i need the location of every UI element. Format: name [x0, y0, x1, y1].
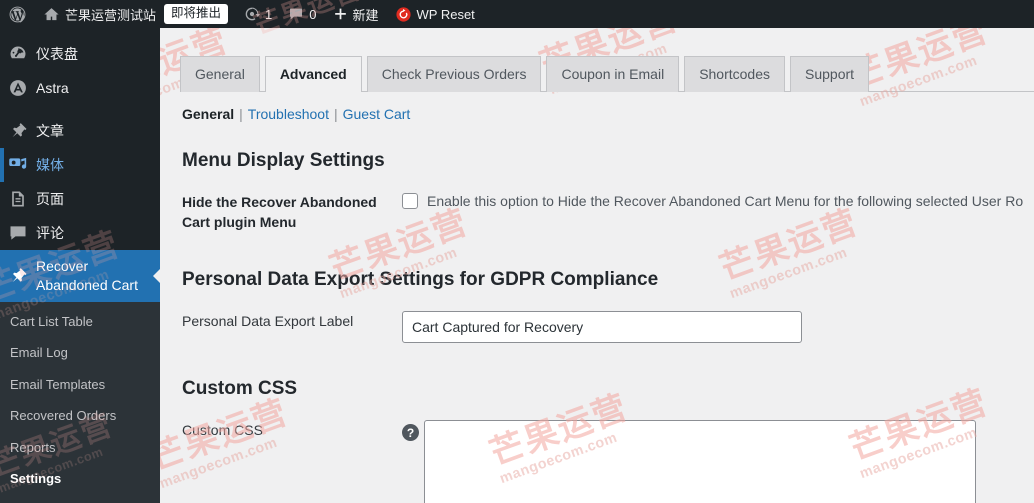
comments-icon [290, 8, 303, 20]
dashboard-icon [0, 44, 36, 64]
new-content-label: 新建 [352, 7, 379, 23]
comments-button[interactable]: 0 [280, 0, 324, 28]
tab-shortcodes[interactable]: Shortcodes [684, 55, 786, 92]
wp-reset-button[interactable]: WP Reset [387, 0, 483, 28]
custom-css-heading: Custom CSS [182, 377, 298, 399]
personal-data-export-input[interactable] [402, 310, 802, 343]
astra-icon [0, 78, 36, 98]
subnav-item-guest-cart[interactable]: Guest Cart [343, 106, 411, 122]
sidebar-item-astra[interactable]: Astra [0, 71, 160, 105]
submenu-item-email-log[interactable]: Email Log [0, 337, 160, 369]
sub-navigation: General | Troubleshoot | Guest Cart [182, 106, 1034, 122]
hide-menu-row: Hide the Recover Abandoned Cart plugin M… [180, 192, 1034, 233]
sidebar-item-posts[interactable]: 文章 [0, 114, 160, 148]
wp-reset-icon [395, 6, 411, 22]
sidebar-item-comments[interactable]: 评论 [0, 216, 160, 250]
updates-button[interactable]: 1 [236, 0, 280, 28]
admin-sidebar: 仪表盘 Astra 文章 媒体 页面 评论 Recover Abandoned … [0, 28, 161, 503]
updates-count: 1 [265, 6, 273, 22]
sidebar-item-label: 页面 [36, 190, 64, 207]
sidebar-item-media[interactable]: 媒体 [0, 148, 160, 182]
comment-bubble-icon [0, 223, 36, 243]
sidebar-item-label: 仪表盘 [36, 45, 78, 62]
submenu-item-reports[interactable]: Reports [0, 432, 160, 464]
wordpress-logo-icon [9, 6, 26, 23]
tab-support[interactable]: Support [790, 55, 870, 92]
gdpr-settings-heading: Personal Data Export Settings for GDPR C… [182, 269, 659, 291]
sidebar-item-pages[interactable]: 页面 [0, 182, 160, 216]
sidebar-item-label: 文章 [36, 122, 64, 139]
personal-data-export-label: Personal Data Export Label [182, 312, 354, 329]
help-question-icon[interactable]: ? [402, 424, 419, 442]
custom-css-label: Custom CSS [182, 421, 263, 438]
new-content-button[interactable]: 新建 [325, 0, 387, 28]
updates-icon [245, 7, 261, 21]
tab-advanced[interactable]: Advanced [264, 55, 362, 92]
subnav-item-general[interactable]: General [182, 106, 234, 122]
menu-display-settings-heading: Menu Display Settings [182, 150, 385, 171]
tab-check-previous-orders[interactable]: Check Previous Orders [366, 55, 542, 92]
site-name-button[interactable]: 芒果运营测试站 [35, 0, 164, 28]
coming-soon-badge[interactable]: 即将推出 [164, 4, 229, 24]
pin-icon [0, 266, 36, 286]
sidebar-item-label: 评论 [36, 224, 64, 241]
hide-menu-label: Hide the Recover Abandoned Cart plugin M… [182, 193, 377, 230]
custom-css-row: Custom CSS ? [180, 419, 1034, 503]
pages-icon [0, 189, 36, 209]
submenu-item-settings[interactable]: Settings [0, 463, 160, 495]
pin-icon [0, 121, 36, 141]
tab-general[interactable]: General [180, 55, 260, 92]
wordpress-logo-button[interactable] [0, 0, 35, 28]
sidebar-item-dashboard[interactable]: 仪表盘 [0, 37, 160, 71]
subnav-separator: | [333, 106, 338, 122]
settings-tab-bar: General Advanced Check Previous Orders C… [180, 55, 1034, 92]
site-name-label: 芒果运营测试站 [65, 7, 157, 23]
sidebar-item-label: 媒体 [36, 156, 64, 173]
sidebar-item-label: Recover Abandoned Cart [36, 258, 138, 293]
sidebar-item-label: Astra [36, 79, 69, 96]
content-area: General Advanced Check Previous Orders C… [160, 28, 1034, 503]
menu-spacer-top [0, 28, 160, 37]
custom-css-textarea[interactable] [424, 419, 976, 503]
tab-coupon-in-email[interactable]: Coupon in Email [546, 55, 680, 92]
media-icon [0, 155, 36, 175]
home-icon [44, 7, 59, 20]
subnav-item-troubleshoot[interactable]: Troubleshoot [248, 106, 329, 122]
menu-spacer-1 [0, 105, 160, 114]
admin-bar: 芒果运营测试站 即将推出 1 0 新建 WP Reset [0, 0, 1034, 28]
sidebar-submenu: Cart List Table Email Log Email Template… [0, 301, 160, 503]
sidebar-item-recover-abandoned-cart[interactable]: Recover Abandoned Cart [0, 250, 161, 302]
submenu-item-cart-list-table[interactable]: Cart List Table [0, 306, 160, 338]
subnav-separator: | [239, 106, 243, 122]
coming-soon-badge-wrap[interactable]: 即将推出 [164, 0, 236, 28]
plus-icon [334, 8, 346, 19]
personal-data-export-row: Personal Data Export Label [180, 310, 1034, 343]
wp-reset-label: WP Reset [416, 6, 475, 22]
hide-menu-checkbox-label: Enable this option to Hide the Recover A… [427, 192, 1024, 209]
hide-menu-checkbox[interactable] [402, 192, 418, 209]
submenu-item-recovered-orders[interactable]: Recovered Orders [0, 400, 160, 432]
submenu-item-email-templates[interactable]: Email Templates [0, 369, 160, 401]
comments-count: 0 [309, 6, 317, 22]
